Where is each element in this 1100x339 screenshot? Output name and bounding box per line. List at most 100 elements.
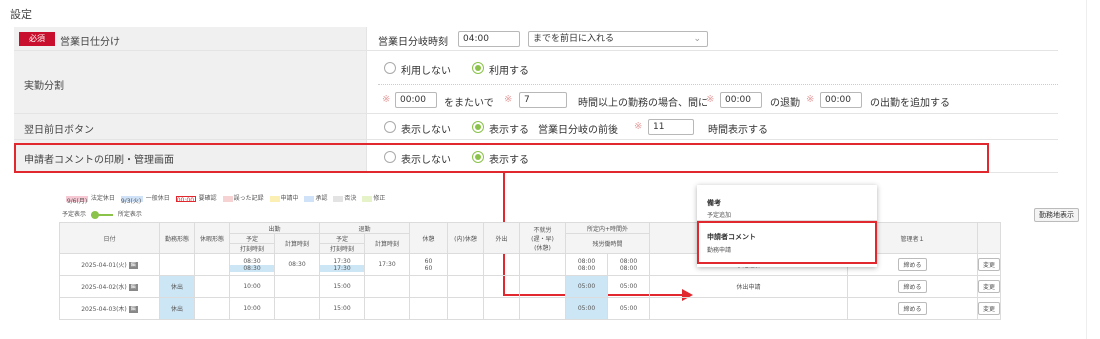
- around-split-label: 営業日分岐の前後: [538, 125, 618, 136]
- cell-out: 15:00: [319, 275, 365, 298]
- radio-hide-label: 表示しない: [401, 125, 451, 136]
- clock-in-input[interactable]: 00:00: [820, 92, 862, 108]
- cell-kinmu: 休出: [159, 297, 195, 320]
- edit-button[interactable]: 変更: [978, 258, 1000, 271]
- right-scroll-edge: [1086, 0, 1087, 339]
- split-time-input[interactable]: 04:00: [458, 31, 520, 47]
- row-label-box: 翌日前日ボタン: [14, 114, 367, 139]
- cell-edit: 変更: [976, 275, 1002, 298]
- cell-comment: [649, 297, 848, 320]
- legend-item: 9/3(火): [120, 195, 143, 205]
- header-edit: [976, 222, 1002, 254]
- radio-use[interactable]: [472, 62, 484, 74]
- highlight-box-setting: [14, 143, 989, 173]
- radio-show[interactable]: [472, 121, 484, 133]
- radio-hide[interactable]: [384, 121, 396, 133]
- hours-display-input[interactable]: 11: [648, 119, 694, 135]
- page-title: 設定: [10, 8, 32, 21]
- cross-time-input[interactable]: 00:00: [395, 92, 437, 108]
- radio-use-label: 利用する: [489, 66, 529, 77]
- row-label-box: 実勤分割: [14, 51, 367, 113]
- row-label: 実勤分割: [24, 81, 64, 92]
- legend-item: 法定休日: [90, 195, 115, 202]
- legend-item: 誤った記録: [233, 195, 264, 202]
- header-shotei: 所定内+時間外: [565, 222, 650, 234]
- clock-out-input[interactable]: 00:00: [720, 92, 762, 108]
- cell-in: 10:00: [229, 297, 275, 320]
- toggle-label: 予定表示: [62, 211, 87, 218]
- header-kinmu: 勤務形態: [159, 222, 195, 254]
- required-mark: ※: [634, 121, 643, 132]
- cell-out: 15:00: [319, 297, 365, 320]
- cell-comment: 休出申請: [649, 275, 848, 298]
- header-zan: 残労働時間: [565, 233, 650, 254]
- header-date: 日付: [59, 222, 160, 254]
- required-mark: ※: [382, 94, 391, 105]
- required-badge: 必須: [19, 32, 55, 46]
- cell-date: 2025-04-01(火) 編: [59, 253, 160, 276]
- cell-in-calc: 08:30: [274, 253, 320, 276]
- header-kyuka: 休暇形態: [194, 222, 230, 254]
- legend-item: 要確認: [198, 195, 217, 202]
- popup-note-title: 備考: [707, 199, 721, 207]
- hours-input[interactable]: 7: [519, 92, 567, 108]
- cell-kinmu: 休出: [159, 275, 195, 298]
- legend-item: 承認: [315, 195, 328, 202]
- cell-shotei: 08:00 08:00: [565, 253, 608, 276]
- cell-in: 08:30 08:30: [229, 253, 275, 276]
- cell-approve: 締める: [847, 275, 978, 298]
- legend-item: 否決: [344, 195, 357, 202]
- cell-out-calc: 17:30: [364, 253, 410, 276]
- header-kyukei: 休憩: [409, 222, 448, 254]
- approve-button[interactable]: 締める: [898, 280, 927, 293]
- split-time-label: 営業日分岐時刻: [378, 37, 448, 48]
- cross-label: をまたいで: [444, 98, 494, 109]
- legend-item: 修正: [373, 195, 386, 202]
- cell-approve: 締める: [847, 297, 978, 320]
- radio-unused[interactable]: [384, 62, 396, 74]
- header-out-calc: 計算時刻: [364, 233, 410, 254]
- header-fuzai: 不就労 (遅・早) (休憩): [519, 222, 566, 254]
- legend-item: 9/6(月): [66, 195, 88, 205]
- row-label: 翌日前日ボタン: [24, 125, 94, 136]
- header-out-plan: 予定: [319, 233, 365, 244]
- required-mark: ※: [706, 94, 715, 105]
- legend-item: 申請中: [280, 195, 299, 202]
- clock-in-label: の出勤を追加する: [870, 98, 950, 109]
- hours-label: 時間以上の勤務の場合、間に: [578, 98, 708, 109]
- row-next-prev-button: 翌日前日ボタン 表示しない 表示する 営業日分岐の前後 ※ 11 時間表示する: [14, 114, 1058, 140]
- cell-edit: 変更: [976, 297, 1002, 320]
- row-business-day-split: 必須 営業日仕分け 営業日分岐時刻 04:00 までを前日に入れる ⌄: [14, 27, 1058, 51]
- radio-unused-label: 利用しない: [401, 66, 451, 77]
- header-taikin: 退勤: [319, 222, 410, 234]
- header-uchi: (内)休憩: [447, 222, 484, 254]
- cell-shotei: 05:00: [565, 275, 608, 298]
- preview-legend: 9/6(月) 法定休日 9/3(火) 一般休日 00:00 要確認 誤った記録 …: [62, 193, 386, 205]
- cell-zan: 05:00: [607, 297, 650, 320]
- edit-button[interactable]: 変更: [978, 280, 1000, 293]
- edit-button[interactable]: 変更: [978, 302, 1000, 315]
- row-label: 営業日仕分け: [60, 37, 120, 48]
- table-row: 2025-04-02(水) 編 休出 10:00 15:00 05:00 05:0…: [59, 275, 1002, 298]
- clock-out-label: の退勤: [770, 98, 800, 109]
- cell-zan: 08:00 08:00: [607, 253, 650, 276]
- hours-display-label: 時間表示する: [708, 125, 768, 136]
- popup-note-sub: 予定追加: [707, 212, 732, 219]
- legend-item: 一般休日: [145, 195, 170, 202]
- workplace-display-button[interactable]: 勤務地表示: [1034, 208, 1079, 222]
- cell-break: 60 60: [409, 253, 448, 276]
- approve-button[interactable]: 締める: [898, 302, 927, 315]
- cell-in: 10:00: [229, 275, 275, 298]
- cell-edit: 変更: [976, 253, 1002, 276]
- cell-date: 2025-04-03(木) 編: [59, 297, 160, 320]
- header-in-stamp: 打刻時刻: [229, 243, 275, 254]
- cell-date: 2025-04-02(水) 編: [59, 275, 160, 298]
- plan-toggle[interactable]: 予定表示 所定表示: [62, 209, 142, 219]
- toggle-after-label: 所定表示: [117, 211, 142, 218]
- cell-shotei: 05:00: [565, 297, 608, 320]
- split-option-select[interactable]: までを前日に入れる ⌄: [528, 31, 708, 47]
- radio-show-label: 表示する: [489, 125, 529, 136]
- dotted-divider: [378, 84, 1058, 85]
- cell-zan: 05:00: [607, 275, 650, 298]
- approve-button[interactable]: 締める: [898, 258, 927, 271]
